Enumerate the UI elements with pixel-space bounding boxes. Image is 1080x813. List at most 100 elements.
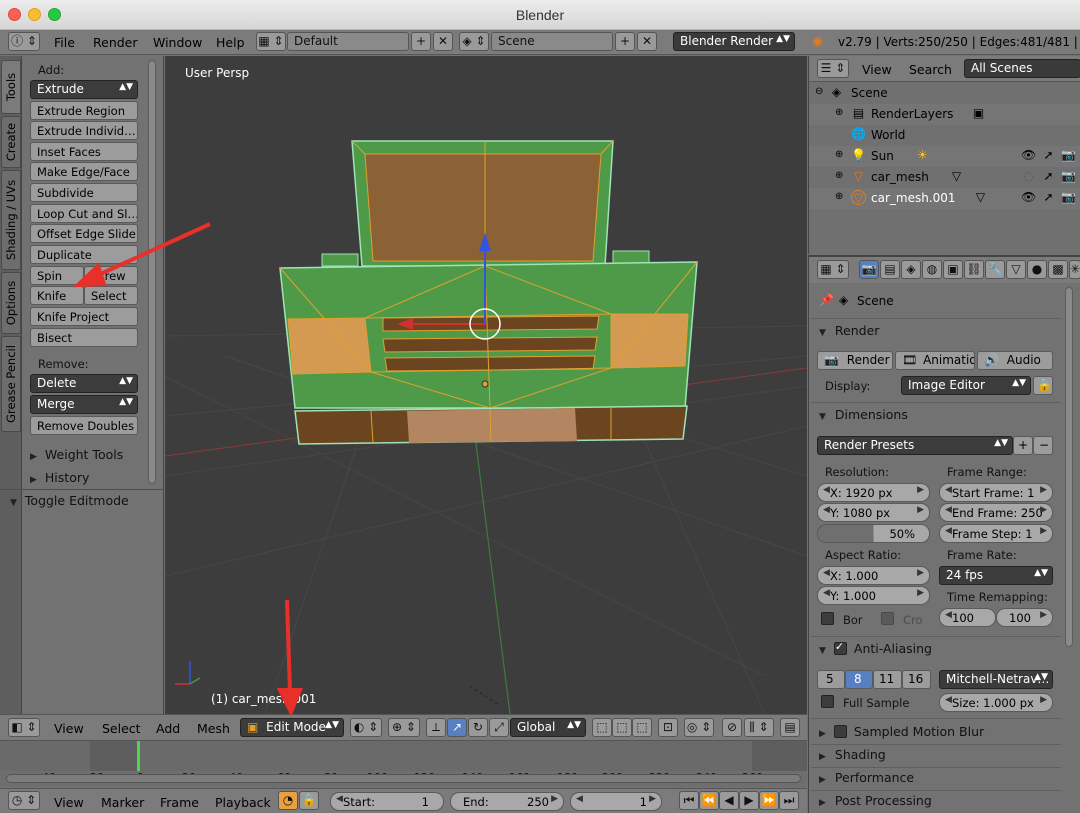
visibility-eye-off-icon[interactable]: ◌ <box>1021 169 1036 184</box>
toggle-editmode-panel[interactable]: ▼ Toggle Editmode <box>10 493 129 508</box>
delete-dropdown[interactable]: Delete ▲▼ <box>30 374 138 393</box>
data-tab-icon[interactable]: ▽ <box>1006 260 1026 279</box>
outliner-display-dropdown[interactable]: All Scenes <box>964 59 1080 78</box>
render-button[interactable]: 📷 Render <box>817 351 893 370</box>
post-processing-panel-header[interactable]: ▶ Post Processing <box>819 793 1071 813</box>
select-arrow-icon[interactable]: ➚ <box>1041 148 1056 163</box>
start-frame-field[interactable]: ◀ Start: 1 <box>330 792 444 811</box>
scene-tab-icon[interactable]: ◈ <box>901 260 921 279</box>
knife-select-button[interactable]: Select <box>84 286 138 305</box>
edge-select-icon[interactable]: ⬚ <box>612 718 632 737</box>
jump-keyframe-forward-icon[interactable]: ⏩ <box>759 791 779 810</box>
outliner-row[interactable]: ⊖ ◈ Scene <box>809 83 1080 104</box>
aa-samples-8[interactable]: 8 <box>845 670 873 689</box>
remove-preset-icon[interactable]: − <box>1033 436 1053 455</box>
time-remap-old-field[interactable]: ◀ 100 <box>939 608 996 627</box>
tab-options[interactable]: Options <box>1 272 21 334</box>
visibility-eye-icon[interactable]: 👁 <box>1021 148 1036 163</box>
knife-button[interactable]: Knife <box>30 286 84 305</box>
menu-search[interactable]: Search <box>909 62 952 77</box>
bisect-button[interactable]: Bisect <box>30 328 138 347</box>
limit-selection-icon[interactable]: ⊡ <box>658 718 678 737</box>
scale-manipulator-icon[interactable]: ⤢ <box>489 718 509 737</box>
frame-step-field[interactable]: ◀ Frame Step: 1 ▶ <box>939 524 1053 543</box>
viewport-shading-icon[interactable]: ◐ ⇕ <box>350 718 382 737</box>
menu-view[interactable]: View <box>54 721 84 736</box>
make-edge-face-button[interactable]: Make Edge/Face <box>30 162 138 181</box>
current-frame-marker[interactable] <box>137 741 140 771</box>
editor-type-properties-icon[interactable]: ▦ ⇕ <box>817 260 849 279</box>
motion-blur-panel-header[interactable]: ▶ Sampled Motion Blur <box>819 723 1071 745</box>
duplicate-button[interactable]: Duplicate <box>30 245 138 264</box>
render-layers-tab-icon[interactable]: ▤ <box>880 260 900 279</box>
visibility-eye-icon[interactable]: 👁 <box>1021 190 1036 205</box>
menu-frame[interactable]: Frame <box>160 795 199 810</box>
time-remap-new-field[interactable]: 100 ▶ <box>996 608 1053 627</box>
tool-shelf-scrollbar[interactable] <box>148 60 156 484</box>
remove-scene-icon[interactable]: ✕ <box>637 32 657 51</box>
remove-layout-icon[interactable]: ✕ <box>433 32 453 51</box>
dimensions-panel-header[interactable]: ▼ Dimensions <box>819 407 1071 429</box>
aa-size-field[interactable]: ◀ Size: 1.000 px ▶ <box>939 693 1053 712</box>
anti-aliasing-checkbox[interactable]: ✓ <box>833 640 847 655</box>
resolution-percentage-slider[interactable]: 50% <box>817 524 930 543</box>
render-camera-icon[interactable]: 📷 <box>1061 190 1076 205</box>
editor-type-info-icon[interactable]: ⓘ ⇕ <box>8 32 40 51</box>
shading-panel-header[interactable]: ▶ Shading <box>819 747 1071 769</box>
menu-view[interactable]: View <box>862 62 892 77</box>
select-arrow-icon[interactable]: ➚ <box>1041 190 1056 205</box>
editor-type-timeline-icon[interactable]: ◷ ⇕ <box>8 791 40 810</box>
face-select-icon[interactable]: ⬚ <box>632 718 652 737</box>
aspect-y-field[interactable]: ◀ Y: 1.000 ▶ <box>817 586 930 605</box>
preview-range-icon[interactable]: ◔ <box>278 791 298 810</box>
rotate-manipulator-icon[interactable]: ↻ <box>468 718 488 737</box>
border-checkbox[interactable] <box>821 612 834 625</box>
select-arrow-icon[interactable]: ➚ <box>1041 169 1056 184</box>
menu-select[interactable]: Select <box>102 721 141 736</box>
extrude-dropdown[interactable]: Extrude ▲▼ <box>30 80 138 99</box>
layout-field[interactable]: Default <box>287 32 409 51</box>
lock-interface-icon[interactable]: 🔒 <box>1033 376 1053 395</box>
editor-type-3d-icon[interactable]: ◧ ⇕ <box>8 718 40 737</box>
tab-tools[interactable]: Tools <box>1 60 21 114</box>
outliner-row[interactable]: ⊕ ▽ car_mesh ▽ ◌ ➚ 📷 <box>809 167 1080 188</box>
aa-samples-5[interactable]: 5 <box>817 670 845 689</box>
material-tab-icon[interactable]: ● <box>1027 260 1047 279</box>
menu-window[interactable]: Window <box>153 35 202 50</box>
render-preview-icon[interactable]: ▤ <box>780 718 800 737</box>
timeline-scrollbar[interactable] <box>6 774 801 783</box>
render-panel-header[interactable]: ▼ Render <box>819 323 1071 345</box>
snap-toggle-icon[interactable]: ⊘ <box>722 718 742 737</box>
motion-blur-checkbox[interactable] <box>833 725 847 738</box>
constraints-tab-icon[interactable]: ⛓ <box>964 260 984 279</box>
play-icon[interactable]: ▶ <box>739 791 759 810</box>
world-tab-icon[interactable]: ◍ <box>922 260 942 279</box>
mode-dropdown[interactable]: ▣ Edit Mode ▲▼ <box>240 718 344 737</box>
full-sample-checkbox[interactable] <box>821 695 834 708</box>
lock-range-icon[interactable]: 🔒 <box>299 791 319 810</box>
modifiers-tab-icon[interactable]: 🔧 <box>985 260 1005 279</box>
properties-scrollbar[interactable] <box>1065 287 1073 647</box>
menu-view[interactable]: View <box>54 795 84 810</box>
texture-tab-icon[interactable]: ▩ <box>1048 260 1068 279</box>
performance-panel-header[interactable]: ▶ Performance <box>819 770 1071 792</box>
menu-playback[interactable]: Playback <box>215 795 271 810</box>
resolution-x-field[interactable]: ◀ X: 1920 px ▶ <box>817 483 930 502</box>
aa-samples-16[interactable]: 16 <box>902 670 931 689</box>
remove-doubles-button[interactable]: Remove Doubles <box>30 416 138 435</box>
display-dropdown[interactable]: Image Editor ▲▼ <box>901 376 1031 395</box>
pin-icon[interactable]: 📌 <box>819 293 834 307</box>
weight-tools-panel[interactable]: ▶ Weight Tools <box>30 447 123 462</box>
aspect-x-field[interactable]: ◀ X: 1.000 ▶ <box>817 566 930 585</box>
jump-keyframe-back-icon[interactable]: ⏪ <box>699 791 719 810</box>
translate-manipulator-icon[interactable]: ↗ <box>447 718 467 737</box>
tab-shading-uvs[interactable]: Shading / UVs <box>1 170 21 270</box>
menu-mesh[interactable]: Mesh <box>197 721 230 736</box>
offset-edge-slide-button[interactable]: Offset Edge Slide <box>30 224 138 243</box>
play-reverse-icon[interactable]: ◀ <box>719 791 739 810</box>
spin-button[interactable]: Spin <box>30 266 84 285</box>
menu-help[interactable]: Help <box>216 35 245 50</box>
end-frame-prop-field[interactable]: ◀ End Frame: 250 ▶ <box>939 503 1053 522</box>
scene-selector-icon[interactable]: ◈ ⇕ <box>459 32 489 51</box>
scene-field[interactable]: Scene <box>491 32 613 51</box>
